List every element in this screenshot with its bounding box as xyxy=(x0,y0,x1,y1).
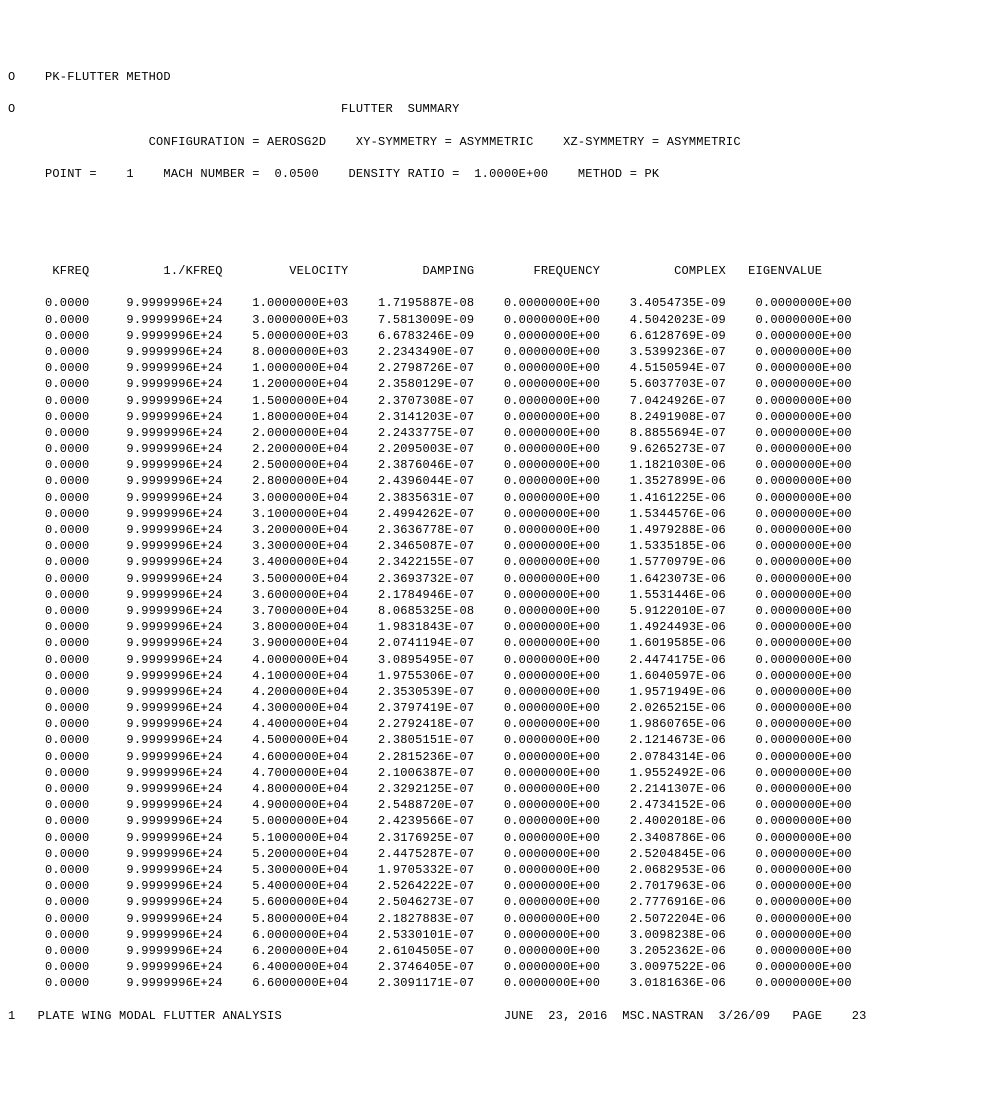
table-row: 0.0000 9.9999996E+24 3.5000000E+04 2.369… xyxy=(8,571,992,587)
table-row: 0.0000 9.9999996E+24 3.7000000E+04 8.068… xyxy=(8,603,992,619)
table-row: 0.0000 9.9999996E+24 6.6000000E+04 2.309… xyxy=(8,975,992,991)
table-row: 0.0000 9.9999996E+24 4.3000000E+04 2.379… xyxy=(8,700,992,716)
blank-1 xyxy=(8,198,992,214)
table-row: 0.0000 9.9999996E+24 4.7000000E+04 2.100… xyxy=(8,765,992,781)
table-row: 0.0000 9.9999996E+24 3.0000000E+04 2.383… xyxy=(8,490,992,506)
table-row: 0.0000 9.9999996E+24 1.2000000E+04 2.358… xyxy=(8,376,992,392)
table-row: 0.0000 9.9999996E+24 2.0000000E+04 2.243… xyxy=(8,425,992,441)
header-line-0: O PK-FLUTTER METHOD xyxy=(8,69,992,85)
table-row: 0.0000 9.9999996E+24 6.0000000E+04 2.533… xyxy=(8,927,992,943)
header-line-1: O FLUTTER SUMMARY xyxy=(8,101,992,117)
table-row: 0.0000 9.9999996E+24 4.4000000E+04 2.279… xyxy=(8,716,992,732)
table-row: 0.0000 9.9999996E+24 2.8000000E+04 2.439… xyxy=(8,473,992,489)
table-row: 0.0000 9.9999996E+24 1.8000000E+04 2.314… xyxy=(8,409,992,425)
table-row: 0.0000 9.9999996E+24 5.4000000E+04 2.526… xyxy=(8,878,992,894)
table-row: 0.0000 9.9999996E+24 1.0000000E+04 2.279… xyxy=(8,360,992,376)
table-row: 0.0000 9.9999996E+24 4.8000000E+04 2.329… xyxy=(8,781,992,797)
table-row: 0.0000 9.9999996E+24 4.6000000E+04 2.281… xyxy=(8,749,992,765)
header-line-config: CONFIGURATION = AEROSG2D XY-SYMMETRY = A… xyxy=(8,134,992,150)
table-row: 0.0000 9.9999996E+24 3.2000000E+04 2.363… xyxy=(8,522,992,538)
table-row: 0.0000 9.9999996E+24 2.2000000E+04 2.209… xyxy=(8,441,992,457)
table-row: 0.0000 9.9999996E+24 3.8000000E+04 1.983… xyxy=(8,619,992,635)
table-row: 0.0000 9.9999996E+24 6.4000000E+04 2.374… xyxy=(8,959,992,975)
table-row: 0.0000 9.9999996E+24 3.0000000E+03 7.581… xyxy=(8,312,992,328)
footer-line: 1 PLATE WING MODAL FLUTTER ANALYSIS JUNE… xyxy=(8,1008,992,1024)
table-row: 0.0000 9.9999996E+24 2.5000000E+04 2.387… xyxy=(8,457,992,473)
table-row: 0.0000 9.9999996E+24 5.8000000E+04 2.182… xyxy=(8,911,992,927)
table-row: 0.0000 9.9999996E+24 5.0000000E+04 2.423… xyxy=(8,813,992,829)
table-row: 0.0000 9.9999996E+24 5.0000000E+03 6.678… xyxy=(8,328,992,344)
table-row: 0.0000 9.9999996E+24 3.1000000E+04 2.499… xyxy=(8,506,992,522)
table-row: 0.0000 9.9999996E+24 4.9000000E+04 2.548… xyxy=(8,797,992,813)
table-row: 0.0000 9.9999996E+24 1.5000000E+04 2.370… xyxy=(8,393,992,409)
table-row: 0.0000 9.9999996E+24 8.0000000E+03 2.234… xyxy=(8,344,992,360)
table-row: 0.0000 9.9999996E+24 6.2000000E+04 2.610… xyxy=(8,943,992,959)
table-row: 0.0000 9.9999996E+24 3.4000000E+04 2.342… xyxy=(8,554,992,570)
table-row: 0.0000 9.9999996E+24 3.6000000E+04 2.178… xyxy=(8,587,992,603)
table-row: 0.0000 9.9999996E+24 5.1000000E+04 2.317… xyxy=(8,830,992,846)
table-row: 0.0000 9.9999996E+24 5.2000000E+04 2.447… xyxy=(8,846,992,862)
table-row: 0.0000 9.9999996E+24 5.6000000E+04 2.504… xyxy=(8,894,992,910)
table-row: 0.0000 9.9999996E+24 3.9000000E+04 2.074… xyxy=(8,635,992,651)
table-row: 0.0000 9.9999996E+24 4.0000000E+04 3.089… xyxy=(8,652,992,668)
table-row: 0.0000 9.9999996E+24 3.3000000E+04 2.346… xyxy=(8,538,992,554)
table-row: 0.0000 9.9999996E+24 5.3000000E+04 1.970… xyxy=(8,862,992,878)
header-line-point: POINT = 1 MACH NUMBER = 0.0500 DENSITY R… xyxy=(8,166,992,182)
column-headers: KFREQ 1./KFREQ VELOCITY DAMPING FREQUENC… xyxy=(8,263,992,279)
table-row: 0.0000 9.9999996E+24 1.0000000E+03 1.719… xyxy=(8,295,992,311)
table-row: 0.0000 9.9999996E+24 4.1000000E+04 1.975… xyxy=(8,668,992,684)
table-row: 0.0000 9.9999996E+24 4.2000000E+04 2.353… xyxy=(8,684,992,700)
blank-2 xyxy=(8,231,992,247)
table-row: 0.0000 9.9999996E+24 4.5000000E+04 2.380… xyxy=(8,732,992,748)
